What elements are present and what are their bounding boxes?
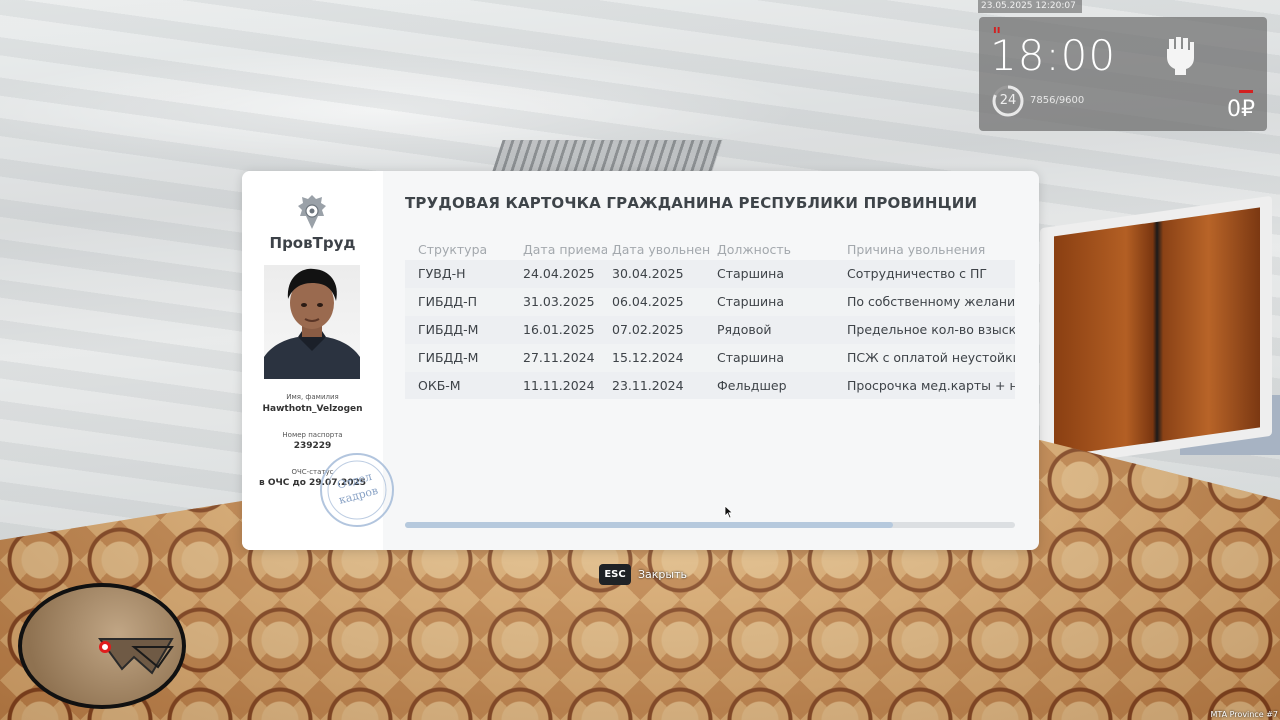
cell-reason: Просрочка мед.карты + не пр — [847, 378, 1015, 393]
citizen-photo — [264, 265, 360, 379]
fist-icon — [1167, 37, 1194, 75]
minimap — [18, 583, 186, 709]
server-watermark: MTA Province #7 — [1210, 710, 1278, 719]
game-scene-door — [1040, 195, 1272, 469]
cell-reason: По собственному желанию — [847, 294, 1015, 309]
table-row: ГИБДД-М 16.01.2025 07.02.2025 Рядовой Пр… — [405, 316, 1015, 344]
cell-hire-date: 24.04.2025 — [523, 266, 595, 281]
cell-hire-date: 16.01.2025 — [523, 322, 595, 337]
cell-position: Старшина — [717, 294, 784, 309]
table-header: Структура Дата приема Дата увольнени Дол… — [405, 239, 1015, 260]
cell-hire-date: 31.03.2025 — [523, 294, 595, 309]
cell-position: Старшина — [717, 350, 784, 365]
cell-fire-date: 30.04.2025 — [612, 266, 684, 281]
cell-structure: ГУВД-Н — [418, 266, 466, 281]
table-row: ГИБДД-П 31.03.2025 06.04.2025 Старшина П… — [405, 288, 1015, 316]
cell-reason: Сотрудничество с ПГ — [847, 266, 988, 281]
cell-structure: ОКБ-М — [418, 378, 461, 393]
employment-table[interactable]: Структура Дата приема Дата увольнени Дол… — [405, 239, 1015, 399]
cell-fire-date: 06.04.2025 — [612, 294, 684, 309]
emblem-icon — [298, 195, 326, 229]
name-label: Имя, фамилия — [286, 393, 339, 401]
cell-hire-date: 27.11.2024 — [523, 350, 595, 365]
col-header: Должность — [717, 242, 792, 257]
cursor-icon — [724, 505, 734, 519]
hud-datetime: 23.05.2025 12:20:07 — [978, 0, 1082, 13]
col-header: Дата увольнени — [612, 242, 710, 257]
org-name: ПровТруд — [269, 234, 356, 252]
stamp-icon: Отдел кадров — [320, 453, 394, 527]
cell-fire-date: 23.11.2024 — [612, 378, 684, 393]
player-blip-icon — [99, 641, 111, 653]
hud-game-time: 18:00 — [990, 31, 1117, 80]
cell-hire-date: 11.11.2024 — [523, 378, 595, 393]
cell-fire-date: 15.12.2024 — [612, 350, 684, 365]
cell-structure: ГИБДД-М — [418, 322, 479, 337]
card-title: ТРУДОВАЯ КАРТОЧКА ГРАЖДАНИНА РЕСПУБЛИКИ … — [405, 194, 978, 212]
cell-position: Старшина — [717, 266, 784, 281]
hud-level: 24 — [999, 93, 1017, 108]
horizontal-scrollbar[interactable] — [405, 522, 1015, 528]
table-row: ГИБДД-М 27.11.2024 15.12.2024 Старшина П… — [405, 344, 1015, 372]
cell-structure: ГИБДД-М — [418, 350, 479, 365]
hud-exp: 7856/9600 — [1030, 95, 1085, 106]
cell-position: Рядовой — [717, 322, 772, 337]
cell-fire-date: 07.02.2025 — [612, 322, 684, 337]
name-value: Hawthotn_Velzogen — [262, 404, 363, 414]
table-row: ОКБ-М 11.11.2024 23.11.2024 Фельдшер Про… — [405, 372, 1015, 399]
money-indicator — [1239, 90, 1253, 93]
employment-card-modal: ПровТруд Имя, фамилия Hawthotn_Velzogen … — [242, 171, 1039, 550]
game-scene-vent — [491, 140, 723, 174]
cell-position: Фельдшер — [717, 378, 787, 393]
esc-key-hint[interactable]: ESC — [599, 564, 631, 585]
col-header: Структура — [418, 242, 488, 257]
col-header: Дата приема — [523, 242, 607, 257]
cell-structure: ГИБДД-П — [418, 294, 477, 309]
cell-reason: ПСЖ с оплатой неустойки [2 — [847, 350, 1015, 365]
cell-reason: Предельное кол-во взыскани — [847, 322, 1015, 337]
hud-panel: ıı 18:00 24 7856/9600 0₽ — [979, 17, 1267, 131]
table-row: ГУВД-Н 24.04.2025 30.04.2025 Старшина Со… — [405, 260, 1015, 288]
hud-money: 0₽ — [1227, 97, 1255, 122]
passport-value: 239229 — [293, 441, 332, 451]
close-label[interactable]: Закрыть — [638, 568, 687, 581]
scrollbar-thumb[interactable] — [405, 522, 893, 528]
col-header: Причина увольнения — [847, 242, 986, 257]
passport-label: Номер паспорта — [282, 431, 343, 439]
